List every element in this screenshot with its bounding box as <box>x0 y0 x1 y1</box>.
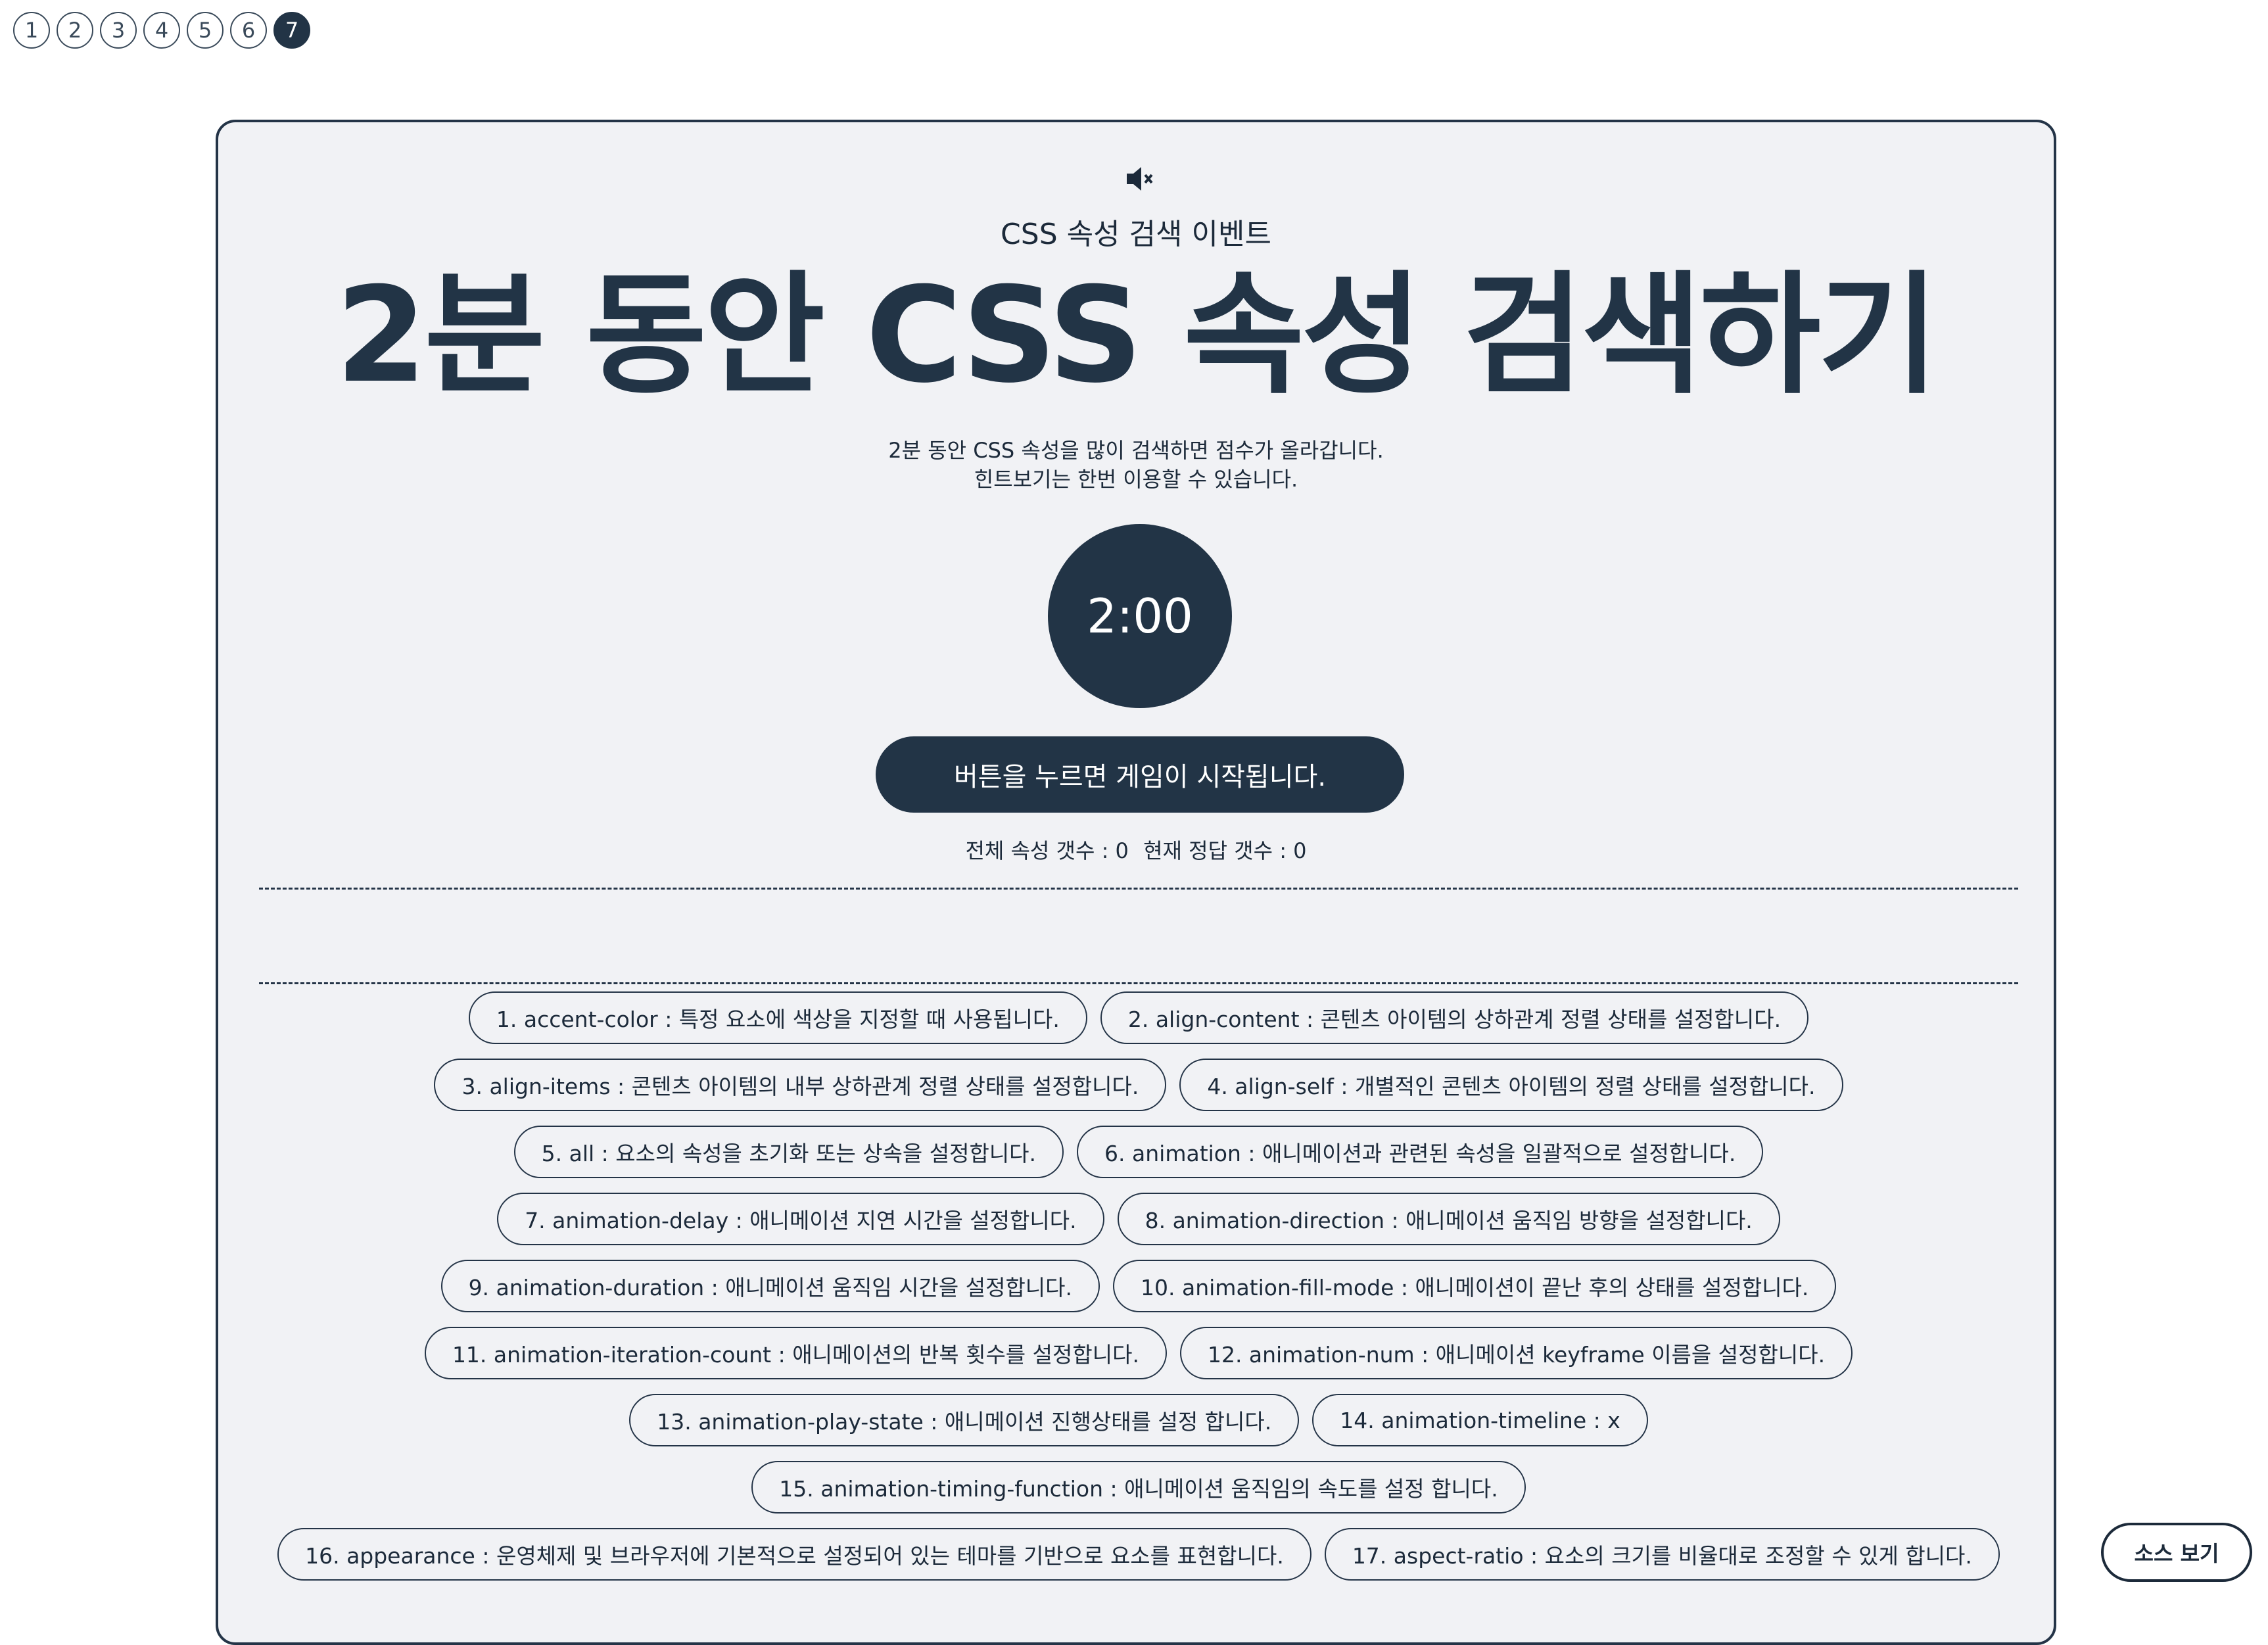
speaker-muted-icon[interactable] <box>1124 164 1157 193</box>
property-chip: 8. animation-direction : 애니메이션 움직임 방향을 설… <box>1117 1193 1780 1245</box>
page-2-button[interactable]: 2 <box>57 12 93 49</box>
score-stats: 전체 속성 갯수 : 0 현재 정답 갯수 : 0 <box>218 834 2054 865</box>
property-list: 1. accent-color : 특정 요소에 색상을 지정할 때 사용됩니다… <box>258 991 2020 1581</box>
property-chip: 3. align-items : 콘텐츠 아이템의 내부 상하관계 정렬 상태를… <box>434 1059 1167 1111</box>
start-game-button[interactable]: 버튼을 누르면 게임이 시작됩니다. <box>876 736 1404 813</box>
description-line-1: 2분 동안 CSS 속성을 많이 검색하면 점수가 올라갑니다. <box>888 438 1384 463</box>
page-1-button[interactable]: 1 <box>13 12 50 49</box>
property-chip: 13. animation-play-state : 애니메이션 진행상태를 설… <box>629 1394 1300 1446</box>
game-description: 2분 동안 CSS 속성을 많이 검색하면 점수가 올라갑니다. 힌트보기는 한… <box>218 436 2054 494</box>
property-chip: 15. animation-timing-function : 애니메이션 움직… <box>751 1461 1526 1514</box>
property-chip: 12. animation-num : 애니메이션 keyframe 이름을 설… <box>1179 1327 1853 1379</box>
page-3-button[interactable]: 3 <box>100 12 137 49</box>
property-chip: 2. align-content : 콘텐츠 아이템의 상하관계 정렬 상태를 … <box>1100 991 1809 1044</box>
property-chip: 17. aspect-ratio : 요소의 크기를 비율대로 조정할 수 있게… <box>1324 1528 2000 1581</box>
property-chip: 10. animation-fill-mode : 애니메이션이 끝난 후의 상… <box>1113 1260 1837 1312</box>
property-chip: 4. align-self : 개별적인 콘텐츠 아이템의 정렬 상태를 설정합… <box>1179 1059 1843 1111</box>
property-chip: 11. animation-iteration-count : 애니메이션의 반… <box>424 1327 1167 1379</box>
countdown-timer: 2:00 <box>1048 524 1232 708</box>
page-navigation: 1 2 3 4 5 6 7 <box>13 12 310 49</box>
divider-bottom <box>259 982 2018 984</box>
page-4-button[interactable]: 4 <box>143 12 180 49</box>
page-title: 2분 동안 CSS 속성 검색하기 <box>335 259 1939 412</box>
total-count-label: 전체 속성 갯수 : 0 <box>965 838 1129 863</box>
property-chip: 16. appearance : 운영체제 및 브라우저에 기본적으로 설정되어… <box>277 1528 1311 1581</box>
page-5-button[interactable]: 5 <box>187 12 224 49</box>
property-chip: 9. animation-duration : 애니메이션 움직임 시간을 설정… <box>440 1260 1100 1312</box>
event-eyebrow: CSS 속성 검색 이벤트 <box>1001 218 1271 251</box>
property-chip: 6. animation : 애니메이션과 관련된 속성을 일괄적으로 설정합니… <box>1077 1126 1764 1178</box>
property-chip: 7. animation-delay : 애니메이션 지연 시간을 설정합니다. <box>497 1193 1104 1245</box>
page-7-button[interactable]: 7 <box>273 12 310 49</box>
game-card: CSS 속성 검색 이벤트 2분 동안 CSS 속성 검색하기 2분 동안 CS… <box>216 120 2056 1645</box>
property-row: 15. animation-timing-function : 애니메이션 움직… <box>258 1461 2020 1514</box>
divider-top <box>259 888 2018 890</box>
property-chip: 5. all : 요소의 속성을 초기화 또는 상속을 설정합니다. <box>513 1126 1064 1178</box>
description-line-2: 힌트보기는 한번 이용할 수 있습니다. <box>974 467 1298 492</box>
page-6-button[interactable]: 6 <box>230 12 267 49</box>
view-source-button[interactable]: 소스 보기 <box>2101 1523 2252 1582</box>
property-chip: 14. animation-timeline : x <box>1312 1394 1648 1446</box>
property-chip: 1. accent-color : 특정 요소에 색상을 지정할 때 사용됩니다… <box>468 991 1087 1044</box>
correct-count-label: 현재 정답 갯수 : 0 <box>1143 838 1307 863</box>
